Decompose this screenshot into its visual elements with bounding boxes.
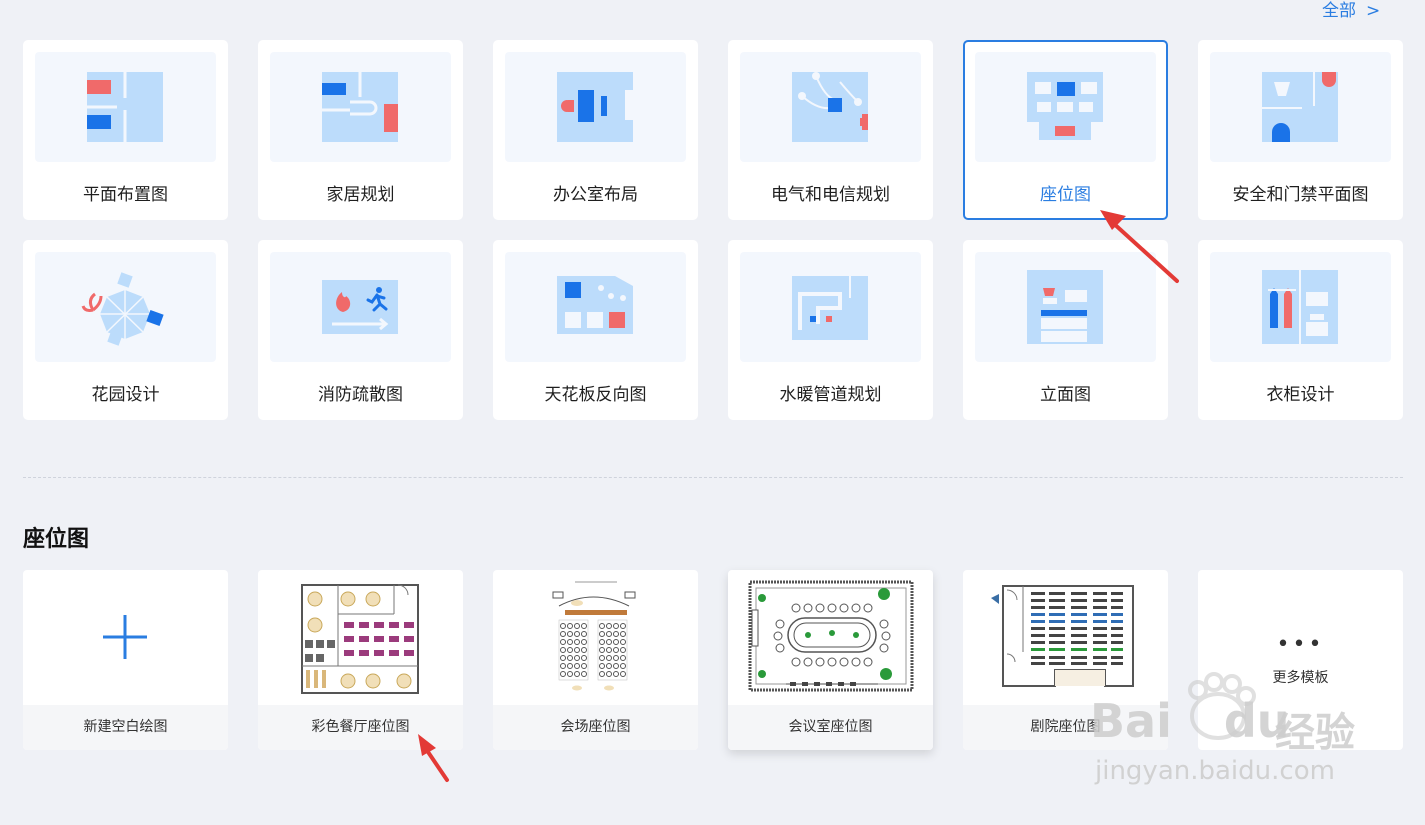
- template-card-restaurant-seating[interactable]: 彩色餐厅座位图: [258, 570, 463, 750]
- baidu-watermark: Bai du 经验 jingyan.baidu.com: [1090, 668, 1390, 788]
- fire-evacuation-thumbnail: [270, 252, 451, 362]
- venue-seating-preview: [493, 570, 698, 705]
- meeting-room-preview: [728, 570, 933, 705]
- watermark-brand: Bai du: [1090, 694, 1290, 748]
- category-label: 水暖管道规划: [779, 385, 882, 405]
- template-label: 会议室座位图: [728, 705, 933, 750]
- category-card-plumbing[interactable]: 水暖管道规划: [728, 240, 933, 420]
- category-card-office-layout[interactable]: 办公室布局: [493, 40, 698, 220]
- seating-chart-thumbnail: [975, 52, 1156, 162]
- category-card-garden[interactable]: 花园设计: [23, 240, 228, 420]
- category-card-wardrobe[interactable]: 衣柜设计: [1198, 240, 1403, 420]
- elevation-thumbnail: [975, 252, 1156, 362]
- category-card-electrical[interactable]: 电气和电信规划: [728, 40, 933, 220]
- section-title: 座位图: [23, 527, 90, 552]
- category-label: 安全和门禁平面图: [1232, 185, 1369, 205]
- ellipsis-icon: •••: [1276, 632, 1325, 657]
- plumbing-thumbnail: [740, 252, 921, 362]
- category-label: 平面布置图: [83, 185, 168, 205]
- security-thumbnail: [1210, 52, 1391, 162]
- plus-icon: [23, 570, 228, 705]
- category-label: 立面图: [1040, 385, 1091, 405]
- category-label: 花园设计: [91, 385, 160, 405]
- template-card-venue-seating[interactable]: 会场座位图: [493, 570, 698, 750]
- category-label: 电气和电信规划: [771, 185, 890, 205]
- template-label: 彩色餐厅座位图: [258, 705, 463, 750]
- restaurant-floorplan-preview: [258, 570, 463, 705]
- chevron-right-icon: >: [1366, 1, 1381, 21]
- category-label: 办公室布局: [553, 185, 638, 205]
- category-label: 座位图: [1040, 185, 1091, 205]
- home-planning-thumbnail: [270, 52, 451, 162]
- garden-thumbnail: [35, 252, 216, 362]
- category-card-ceiling-plan[interactable]: 天花板反向图: [493, 240, 698, 420]
- category-label: 天花板反向图: [544, 385, 647, 405]
- template-card-meeting-room-seating[interactable]: 会议室座位图: [728, 570, 933, 750]
- category-card-floor-plan[interactable]: 平面布置图: [23, 40, 228, 220]
- electrical-thumbnail: [740, 52, 921, 162]
- category-label: 衣柜设计: [1266, 385, 1335, 405]
- new-blank-drawing-card[interactable]: 新建空白绘图: [23, 570, 228, 750]
- section-divider: [23, 477, 1403, 478]
- ceiling-plan-thumbnail: [505, 252, 686, 362]
- all-link-label: 全部: [1322, 1, 1356, 21]
- watermark-cn: 经验: [1275, 710, 1355, 756]
- category-card-elevation[interactable]: 立面图: [963, 240, 1168, 420]
- category-card-fire-evacuation[interactable]: 消防疏散图: [258, 240, 463, 420]
- category-label: 家居规划: [326, 185, 395, 205]
- category-card-security[interactable]: 安全和门禁平面图: [1198, 40, 1403, 220]
- category-label: 消防疏散图: [318, 385, 403, 405]
- wardrobe-thumbnail: [1210, 252, 1391, 362]
- watermark-url: jingyan.baidu.com: [1095, 756, 1335, 786]
- all-templates-link[interactable]: 全部 >: [1322, 0, 1380, 21]
- office-layout-thumbnail: [505, 52, 686, 162]
- template-label: 会场座位图: [493, 705, 698, 750]
- category-card-seating-chart[interactable]: 座位图: [963, 40, 1168, 220]
- category-card-home-planning[interactable]: 家居规划: [258, 40, 463, 220]
- floor-plan-thumbnail: [35, 52, 216, 162]
- template-label: 新建空白绘图: [23, 705, 228, 750]
